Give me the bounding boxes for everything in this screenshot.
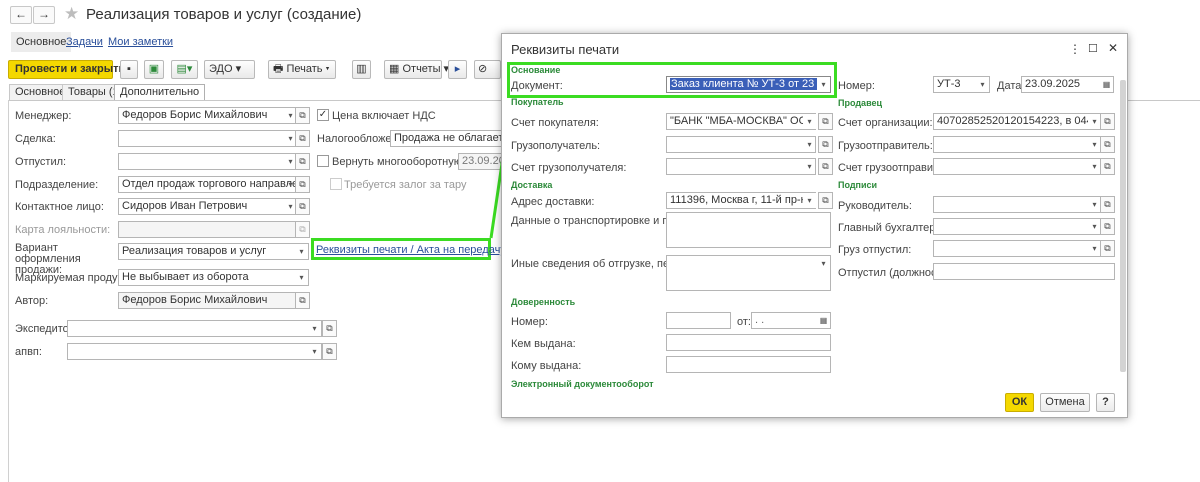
consignee-account-label: Счет грузополучателя:	[511, 162, 627, 174]
consignee-open-icon[interactable]: ⧉	[818, 136, 833, 153]
shipper-field[interactable]	[933, 136, 1101, 153]
dialog-title: Реквизиты печати	[511, 42, 620, 57]
delivery-address-dropdown-icon[interactable]: ▾	[803, 193, 816, 208]
delivery-address-label: Адрес доставки:	[511, 196, 595, 208]
cargo-released-open-icon[interactable]: ⧉	[1100, 240, 1115, 257]
head-field[interactable]	[933, 196, 1101, 213]
consignee-account-dropdown-icon[interactable]: ▾	[803, 159, 816, 174]
document-value: Заказ клиента № УТ-3 от 23 сентября 2025…	[670, 78, 830, 90]
power-from-label: от:	[737, 316, 751, 328]
consignee-account-open-icon[interactable]: ⧉	[818, 158, 833, 175]
help-button[interactable]: ?	[1096, 393, 1115, 412]
section-seller: Продавец	[838, 98, 883, 108]
consignee-label: Грузополучатель:	[511, 140, 601, 152]
delivery-address-field[interactable]: 111396, Москва г, 11-й пр-кт, дом №	[666, 192, 816, 209]
section-edo: Электронный документооборот	[511, 379, 654, 389]
buyer-account-dropdown-icon[interactable]: ▾	[803, 114, 816, 129]
section-buyer: Покупатель	[511, 97, 564, 107]
head-open-icon[interactable]: ⧉	[1100, 196, 1115, 213]
shipper-label: Грузоотправитель:	[838, 140, 933, 152]
calendar-icon[interactable]: ▦	[817, 313, 830, 328]
issued-by-label: Кем выдана:	[511, 338, 576, 350]
cargo-released-field[interactable]	[933, 240, 1101, 257]
ok-button[interactable]: ОК	[1005, 393, 1034, 412]
other-info-field[interactable]	[666, 255, 831, 291]
shipper-open-icon[interactable]: ⧉	[1100, 136, 1115, 153]
section-delivery: Доставка	[511, 180, 553, 190]
buyer-account-open-icon[interactable]: ⧉	[818, 113, 833, 130]
shipper-account-field[interactable]	[933, 158, 1101, 175]
doc-number-label: Номер:	[838, 80, 875, 92]
section-power: Доверенность	[511, 297, 576, 307]
maximize-icon[interactable]: ☐	[1088, 42, 1098, 55]
section-basis: Основание	[511, 65, 561, 75]
shipper-account-open-icon[interactable]: ⧉	[1100, 158, 1115, 175]
org-account-label: Счет организации:	[838, 117, 933, 129]
released-position-field[interactable]	[933, 263, 1115, 280]
date-calendar-icon[interactable]: ▦	[1100, 77, 1113, 92]
document-field[interactable]: Заказ клиента № УТ-3 от 23 сентября 2025…	[666, 76, 831, 93]
cargo-released-label: Груз отпустил:	[838, 244, 912, 256]
close-icon[interactable]: ✕	[1108, 41, 1118, 55]
head-label: Руководитель:	[838, 200, 912, 212]
more-icon[interactable]: ⋮	[1069, 42, 1081, 56]
buyer-account-field[interactable]: "БАНК "МБА-МОСКВА" ООО (RUB)	[666, 113, 816, 130]
consignee-account-field[interactable]	[666, 158, 816, 175]
other-info-dropdown-icon[interactable]: ▾	[817, 256, 830, 271]
transport-field[interactable]	[666, 212, 831, 248]
print-details-dialog: Реквизиты печати ⋮ ☐ ✕ Основание Докумен…	[501, 33, 1128, 418]
buyer-account-label: Счет покупателя:	[511, 117, 599, 129]
issued-to-label: Кому выдана:	[511, 360, 582, 372]
consignee-field[interactable]	[666, 136, 816, 153]
chief-accountant-field[interactable]	[933, 218, 1101, 235]
doc-number-dropdown-icon[interactable]: ▾	[976, 77, 989, 92]
section-signatures: Подписи	[838, 180, 878, 190]
dialog-scrollbar[interactable]	[1120, 80, 1126, 372]
issued-by-field[interactable]	[666, 334, 831, 351]
chief-accountant-label: Главный бухгалтер:	[838, 222, 939, 234]
power-number-field[interactable]	[666, 312, 731, 329]
org-account-open-icon[interactable]: ⧉	[1100, 113, 1115, 130]
chief-accountant-open-icon[interactable]: ⧉	[1100, 218, 1115, 235]
transport-label: Данные о транспортировке и грузе:	[511, 215, 692, 227]
document-label: Документ:	[511, 80, 563, 92]
delivery-address-open-icon[interactable]: ⧉	[818, 192, 833, 209]
power-number-label: Номер:	[511, 316, 548, 328]
org-account-field[interactable]: 40702852520120154223, в 044525350	[933, 113, 1101, 130]
cancel-button[interactable]: Отмена	[1040, 393, 1090, 412]
issued-to-field[interactable]	[666, 356, 831, 373]
consignee-dropdown-icon[interactable]: ▾	[803, 137, 816, 152]
document-dropdown-icon[interactable]: ▾	[817, 77, 830, 92]
